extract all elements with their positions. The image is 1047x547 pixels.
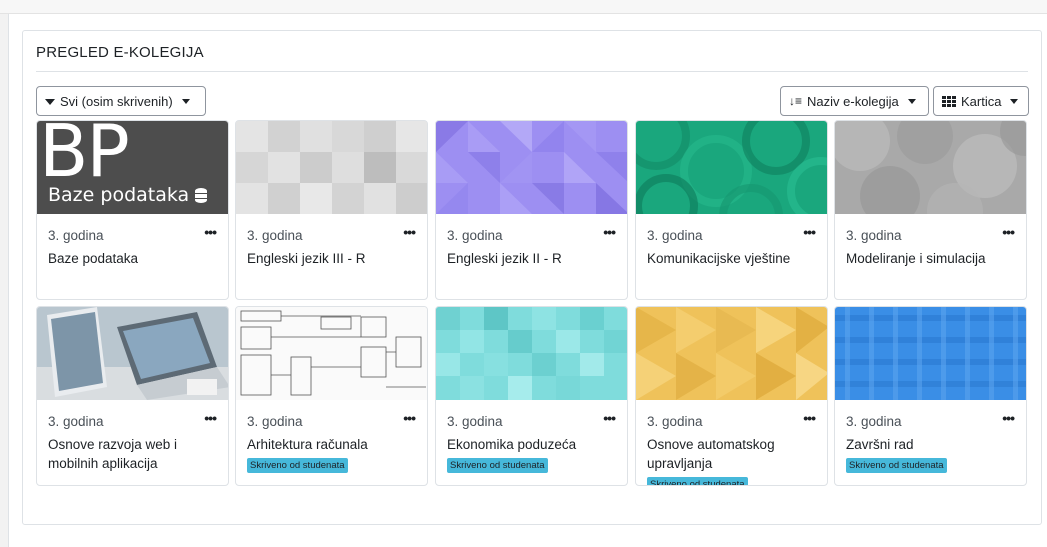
course-image-subtitle-row: Baze podataka	[48, 184, 208, 206]
course-image[interactable]	[636, 121, 827, 214]
course-card[interactable]: 3. godina ••• Osnove razvoja web i mobil…	[36, 306, 229, 486]
more-dots-icon[interactable]: •••	[1002, 224, 1015, 240]
course-card[interactable]: 3. godina ••• Arhitektura računala Skriv…	[235, 306, 428, 486]
course-name[interactable]: Osnove automatskog upravljanja	[647, 435, 817, 473]
course-card[interactable]: 3. godina ••• Osnove automatskog upravlj…	[635, 306, 828, 486]
course-image[interactable]	[835, 307, 1026, 400]
course-card[interactable]: 3. godina ••• Engleski jezik II - R	[435, 120, 628, 300]
course-category: 3. godina	[647, 228, 703, 243]
course-name[interactable]: Završni rad	[846, 435, 1016, 454]
course-image-title: BP	[39, 121, 130, 193]
view-dropdown-button[interactable]: Kartica	[933, 86, 1029, 116]
course-name-block: Završni rad Skriveno od studenata	[846, 435, 1016, 473]
course-category: 3. godina	[48, 414, 104, 429]
course-name[interactable]: Modeliranje i simulacija	[846, 249, 1016, 268]
course-image-subtitle: Baze podataka	[48, 184, 190, 206]
course-name[interactable]: Engleski jezik III - R	[247, 249, 417, 268]
course-category: 3. godina	[647, 414, 703, 429]
course-name[interactable]: Ekonomika poduzeća	[447, 435, 617, 454]
panel-divider	[36, 71, 1028, 72]
course-card[interactable]: 3. godina ••• Komunikacijske vještine	[635, 120, 828, 300]
course-category: 3. godina	[247, 228, 303, 243]
cyan-squares-pattern	[436, 307, 627, 400]
hidden-badge: Skriveno od studenata	[846, 458, 947, 473]
block-diagram-image	[236, 307, 427, 400]
course-image[interactable]	[236, 121, 427, 214]
course-image[interactable]	[835, 121, 1026, 214]
chevron-down-icon	[907, 98, 916, 104]
course-category: 3. godina	[447, 414, 503, 429]
more-dots-icon[interactable]: •••	[403, 410, 416, 426]
hidden-badge: Skriveno od studenata	[447, 458, 548, 473]
sort-label: Naziv e-kolegija	[807, 93, 899, 109]
course-image[interactable]	[636, 307, 827, 400]
course-name[interactable]: Engleski jezik II - R	[447, 249, 617, 268]
course-name-block: Arhitektura računala Skriveno od studena…	[247, 435, 417, 473]
laptop-photo	[37, 307, 228, 400]
filter-icon	[45, 99, 55, 105]
chevron-down-icon	[181, 98, 190, 104]
more-dots-icon[interactable]: •••	[1002, 410, 1015, 426]
panel-title: PREGLED E-KOLEGIJA	[36, 44, 204, 61]
view-label: Kartica	[961, 93, 1002, 109]
purple-triangles-pattern	[436, 121, 627, 214]
course-image[interactable]: BP Baze podataka	[37, 121, 228, 214]
chevron-down-icon	[1010, 98, 1019, 104]
course-image[interactable]	[436, 307, 627, 400]
database-icon	[195, 187, 208, 203]
sort-alpha-icon: ↓≡	[789, 94, 803, 108]
more-dots-icon[interactable]: •••	[603, 224, 616, 240]
green-circles-pattern	[636, 121, 827, 214]
grid-icon	[942, 95, 956, 107]
course-category: 3. godina	[247, 414, 303, 429]
course-name[interactable]: Komunikacijske vještine	[647, 249, 817, 268]
more-dots-icon[interactable]: •••	[403, 224, 416, 240]
course-card[interactable]: 3. godina ••• Ekonomika poduzeća Skriven…	[435, 306, 628, 486]
course-category: 3. godina	[48, 228, 104, 243]
course-category: 3. godina	[846, 228, 902, 243]
course-image[interactable]	[236, 307, 427, 400]
course-name[interactable]: Arhitektura računala	[247, 435, 417, 454]
course-card[interactable]: 3. godina ••• Modeliranje i simulacija	[834, 120, 1027, 300]
gold-triangles-pattern	[636, 307, 827, 400]
silver-circles-pattern	[835, 121, 1026, 214]
course-image[interactable]	[436, 121, 627, 214]
course-card[interactable]: 3. godina ••• Engleski jezik III - R	[235, 120, 428, 300]
hidden-badge: Skriveno od studenata	[647, 477, 748, 485]
more-dots-icon[interactable]: •••	[204, 224, 217, 240]
grey-squares-pattern	[236, 121, 427, 214]
course-overview-panel: PREGLED E-KOLEGIJA Svi (osim skrivenih) …	[22, 30, 1042, 525]
course-card[interactable]: 3. godina ••• Završni rad Skriveno od st…	[834, 306, 1027, 486]
course-name-block: Ekonomika poduzeća Skriveno od studenata	[447, 435, 617, 473]
filter-label: Svi (osim skrivenih)	[60, 93, 173, 109]
more-dots-icon[interactable]: •••	[204, 410, 217, 426]
blue-plaid-pattern	[835, 307, 1026, 400]
course-card[interactable]: BP Baze podataka 3. godina ••• Baze poda…	[36, 120, 229, 300]
hidden-badge: Skriveno od studenata	[247, 458, 348, 473]
sort-dropdown-button[interactable]: ↓≡ Naziv e-kolegija	[780, 86, 929, 116]
more-dots-icon[interactable]: •••	[803, 410, 816, 426]
top-bar	[0, 0, 1047, 14]
more-dots-icon[interactable]: •••	[603, 410, 616, 426]
more-dots-icon[interactable]: •••	[803, 224, 816, 240]
course-category: 3. godina	[846, 414, 902, 429]
course-image[interactable]	[37, 307, 228, 400]
filter-dropdown-button[interactable]: Svi (osim skrivenih)	[36, 86, 206, 116]
course-name-block: Osnove automatskog upravljanja Skriveno …	[647, 435, 817, 485]
course-category: 3. godina	[447, 228, 503, 243]
course-name[interactable]: Baze podataka	[48, 249, 218, 268]
course-name[interactable]: Osnove razvoja web i mobilnih aplikacija	[48, 435, 218, 473]
